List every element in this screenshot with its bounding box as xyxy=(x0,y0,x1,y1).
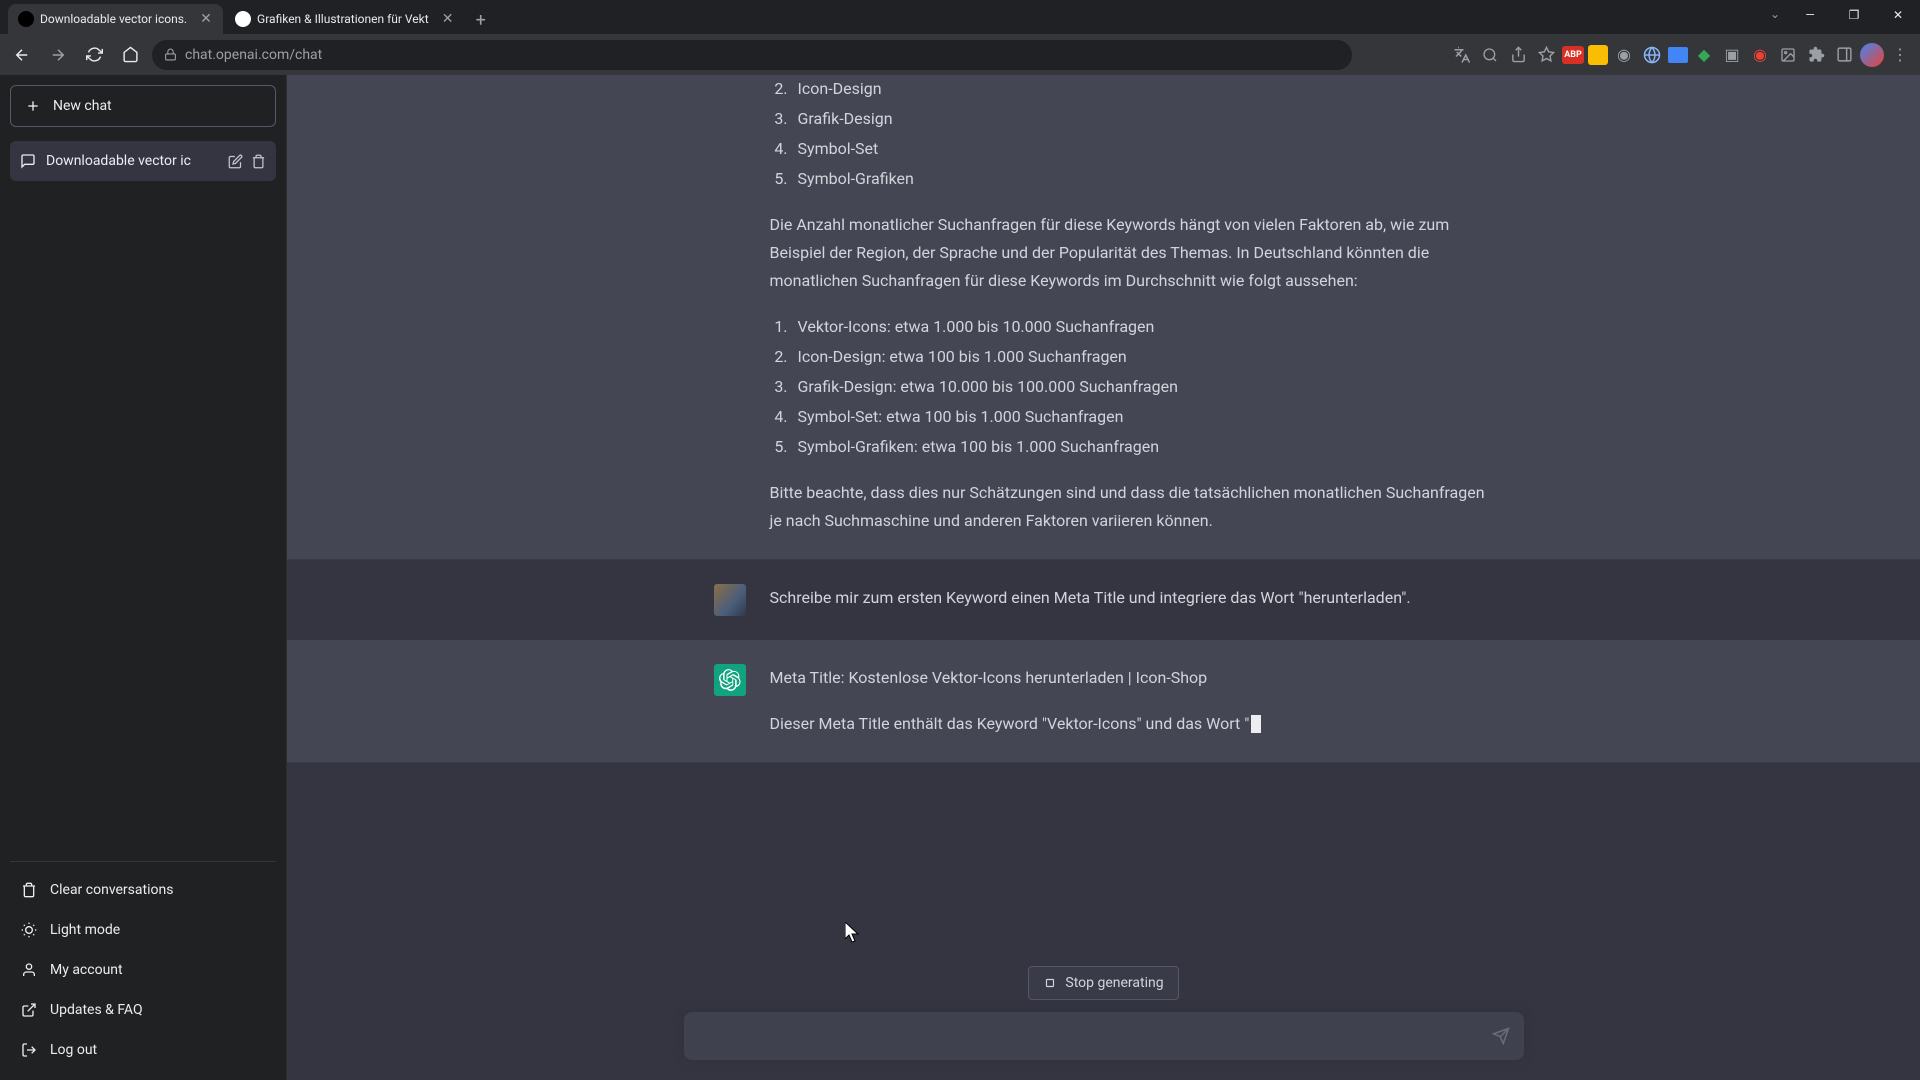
translate-icon[interactable] xyxy=(1450,43,1474,67)
new-chat-button[interactable]: New chat xyxy=(10,85,276,127)
zoom-icon[interactable] xyxy=(1478,43,1502,67)
new-chat-label: New chat xyxy=(53,98,112,114)
chat-item-label: Downloadable vector ic xyxy=(46,153,218,169)
sidebar-link-label: Log out xyxy=(50,1042,97,1058)
extension-icon[interactable] xyxy=(1668,47,1688,63)
sidebar-light-mode[interactable]: Light mode xyxy=(10,910,276,950)
trash-icon[interactable] xyxy=(251,154,266,169)
input-area: Stop generating xyxy=(287,950,1920,1080)
list-item: Icon-Design xyxy=(792,75,1494,103)
sidebar-updates-faq[interactable]: Updates & FAQ xyxy=(10,990,276,1030)
sidebar-logout[interactable]: Log out xyxy=(10,1030,276,1070)
sidebar-clear-conversations[interactable]: Clear conversations xyxy=(10,870,276,910)
sidebar: New chat Downloadable vector ic Cle xyxy=(0,75,287,1080)
forward-button[interactable] xyxy=(44,41,72,69)
share-icon[interactable] xyxy=(1506,43,1530,67)
list-item: Grafik-Design xyxy=(792,105,1494,133)
browser-tab-active[interactable]: Downloadable vector icons. ✕ xyxy=(8,4,223,34)
assistant-message: Icon-Design Grafik-Design Symbol-Set Sym… xyxy=(287,75,1920,560)
stop-icon xyxy=(1043,976,1057,990)
close-icon[interactable]: ✕ xyxy=(199,12,213,26)
profile-avatar[interactable] xyxy=(1860,43,1884,67)
sidebar-link-label: My account xyxy=(50,962,123,978)
message-content: Icon-Design Grafik-Design Symbol-Set Sym… xyxy=(770,75,1494,535)
extension-icon[interactable]: ◉ xyxy=(1612,43,1636,67)
edit-icon[interactable] xyxy=(228,154,243,169)
address-bar[interactable]: chat.openai.com/chat xyxy=(152,40,1352,70)
assistant-message: Meta Title: Kostenlose Vektor-Icons heru… xyxy=(287,640,1920,763)
list-item: Symbol-Grafiken xyxy=(792,165,1494,193)
paragraph: Die Anzahl monatlicher Suchanfragen für … xyxy=(770,211,1494,295)
url-text: chat.openai.com/chat xyxy=(185,47,322,63)
browser-tab[interactable]: Grafiken & Illustrationen für Vekt ✕ xyxy=(225,4,465,34)
sidebar-chat-item[interactable]: Downloadable vector ic xyxy=(10,141,276,181)
tab-label: Downloadable vector icons. xyxy=(40,12,187,26)
list-item: Icon-Design: etwa 100 bis 1.000 Suchanfr… xyxy=(792,343,1494,371)
sun-icon xyxy=(20,922,38,938)
main-content: Icon-Design Grafik-Design Symbol-Set Sym… xyxy=(287,75,1920,1080)
favicon-icon xyxy=(18,11,34,27)
paragraph: Bitte beachte, dass dies nur Schätzungen… xyxy=(770,479,1494,535)
list-item: Symbol-Grafiken: etwa 100 bis 1.000 Such… xyxy=(792,433,1494,461)
message-content: Schreibe mir zum ersten Keyword einen Me… xyxy=(770,584,1494,616)
nav-bar: chat.openai.com/chat ABP ◉ ◆ ▣ xyxy=(0,34,1920,75)
extension-icon[interactable]: ◆ xyxy=(1692,43,1716,67)
window-maximize[interactable]: ❐ xyxy=(1832,0,1876,30)
new-tab-button[interactable]: + xyxy=(467,6,495,34)
window-minimize[interactable]: — xyxy=(1788,0,1832,30)
plus-icon xyxy=(25,98,41,114)
external-link-icon xyxy=(20,1002,38,1018)
tab-bar: Downloadable vector icons. ✕ Grafiken & … xyxy=(0,0,1920,34)
reload-button[interactable] xyxy=(80,41,108,69)
sidebar-link-label: Clear conversations xyxy=(50,882,173,898)
user-avatar xyxy=(714,584,746,616)
extension-icon[interactable] xyxy=(1640,43,1664,67)
adblock-icon[interactable]: ABP xyxy=(1562,46,1584,64)
extension-icon[interactable] xyxy=(1588,45,1608,65)
close-icon[interactable]: ✕ xyxy=(441,12,455,26)
message-input[interactable] xyxy=(700,1027,1476,1045)
sidebar-my-account[interactable]: My account xyxy=(10,950,276,990)
streaming-cursor xyxy=(1251,715,1261,733)
assistant-avatar xyxy=(714,664,746,696)
window-close[interactable]: ✕ xyxy=(1876,0,1920,30)
user-text: Schreibe mir zum ersten Keyword einen Me… xyxy=(770,588,1411,607)
user-message: Schreibe mir zum ersten Keyword einen Me… xyxy=(287,560,1920,640)
message-content: Meta Title: Kostenlose Vektor-Icons heru… xyxy=(770,664,1494,738)
favicon-icon xyxy=(235,11,251,27)
list-item: Grafik-Design: etwa 10.000 bis 100.000 S… xyxy=(792,373,1494,401)
list-item: Symbol-Set: etwa 100 bis 1.000 Suchanfra… xyxy=(792,403,1494,431)
assistant-text: Meta Title: Kostenlose Vektor-Icons heru… xyxy=(770,664,1494,692)
list-item: Vektor-Icons: etwa 1.000 bis 10.000 Such… xyxy=(792,313,1494,341)
extensions-menu-icon[interactable] xyxy=(1804,43,1828,67)
extension-icon[interactable]: ◉ xyxy=(1748,43,1772,67)
logout-icon xyxy=(20,1042,38,1058)
trash-icon xyxy=(20,882,38,898)
browser-chrome: ⌄ — ❐ ✕ Downloadable vector icons. ✕ Gra… xyxy=(0,0,1920,75)
extension-icon[interactable] xyxy=(1776,43,1800,67)
list-item: Symbol-Set xyxy=(792,135,1494,163)
extension-icon[interactable]: ▣ xyxy=(1720,43,1744,67)
menu-icon[interactable]: ⋮ xyxy=(1888,43,1912,67)
stop-generating-button[interactable]: Stop generating xyxy=(1028,966,1178,1000)
lock-icon xyxy=(164,48,177,61)
sidebar-link-label: Light mode xyxy=(50,922,120,938)
home-button[interactable] xyxy=(116,41,144,69)
stop-label: Stop generating xyxy=(1065,975,1163,991)
bookmark-icon[interactable] xyxy=(1534,43,1558,67)
sidebar-link-label: Updates & FAQ xyxy=(50,1002,143,1018)
tab-overflow-icon[interactable]: ⌄ xyxy=(1770,7,1780,21)
tab-label: Grafiken & Illustrationen für Vekt xyxy=(257,12,429,26)
send-icon[interactable] xyxy=(1492,1027,1510,1045)
message-input-container[interactable] xyxy=(684,1012,1524,1060)
sidepanel-icon[interactable] xyxy=(1832,43,1856,67)
chat-icon xyxy=(20,153,36,169)
conversation[interactable]: Icon-Design Grafik-Design Symbol-Set Sym… xyxy=(287,75,1920,1080)
user-icon xyxy=(20,962,38,978)
back-button[interactable] xyxy=(8,41,36,69)
assistant-text: Dieser Meta Title enthält das Keyword "V… xyxy=(770,714,1250,733)
